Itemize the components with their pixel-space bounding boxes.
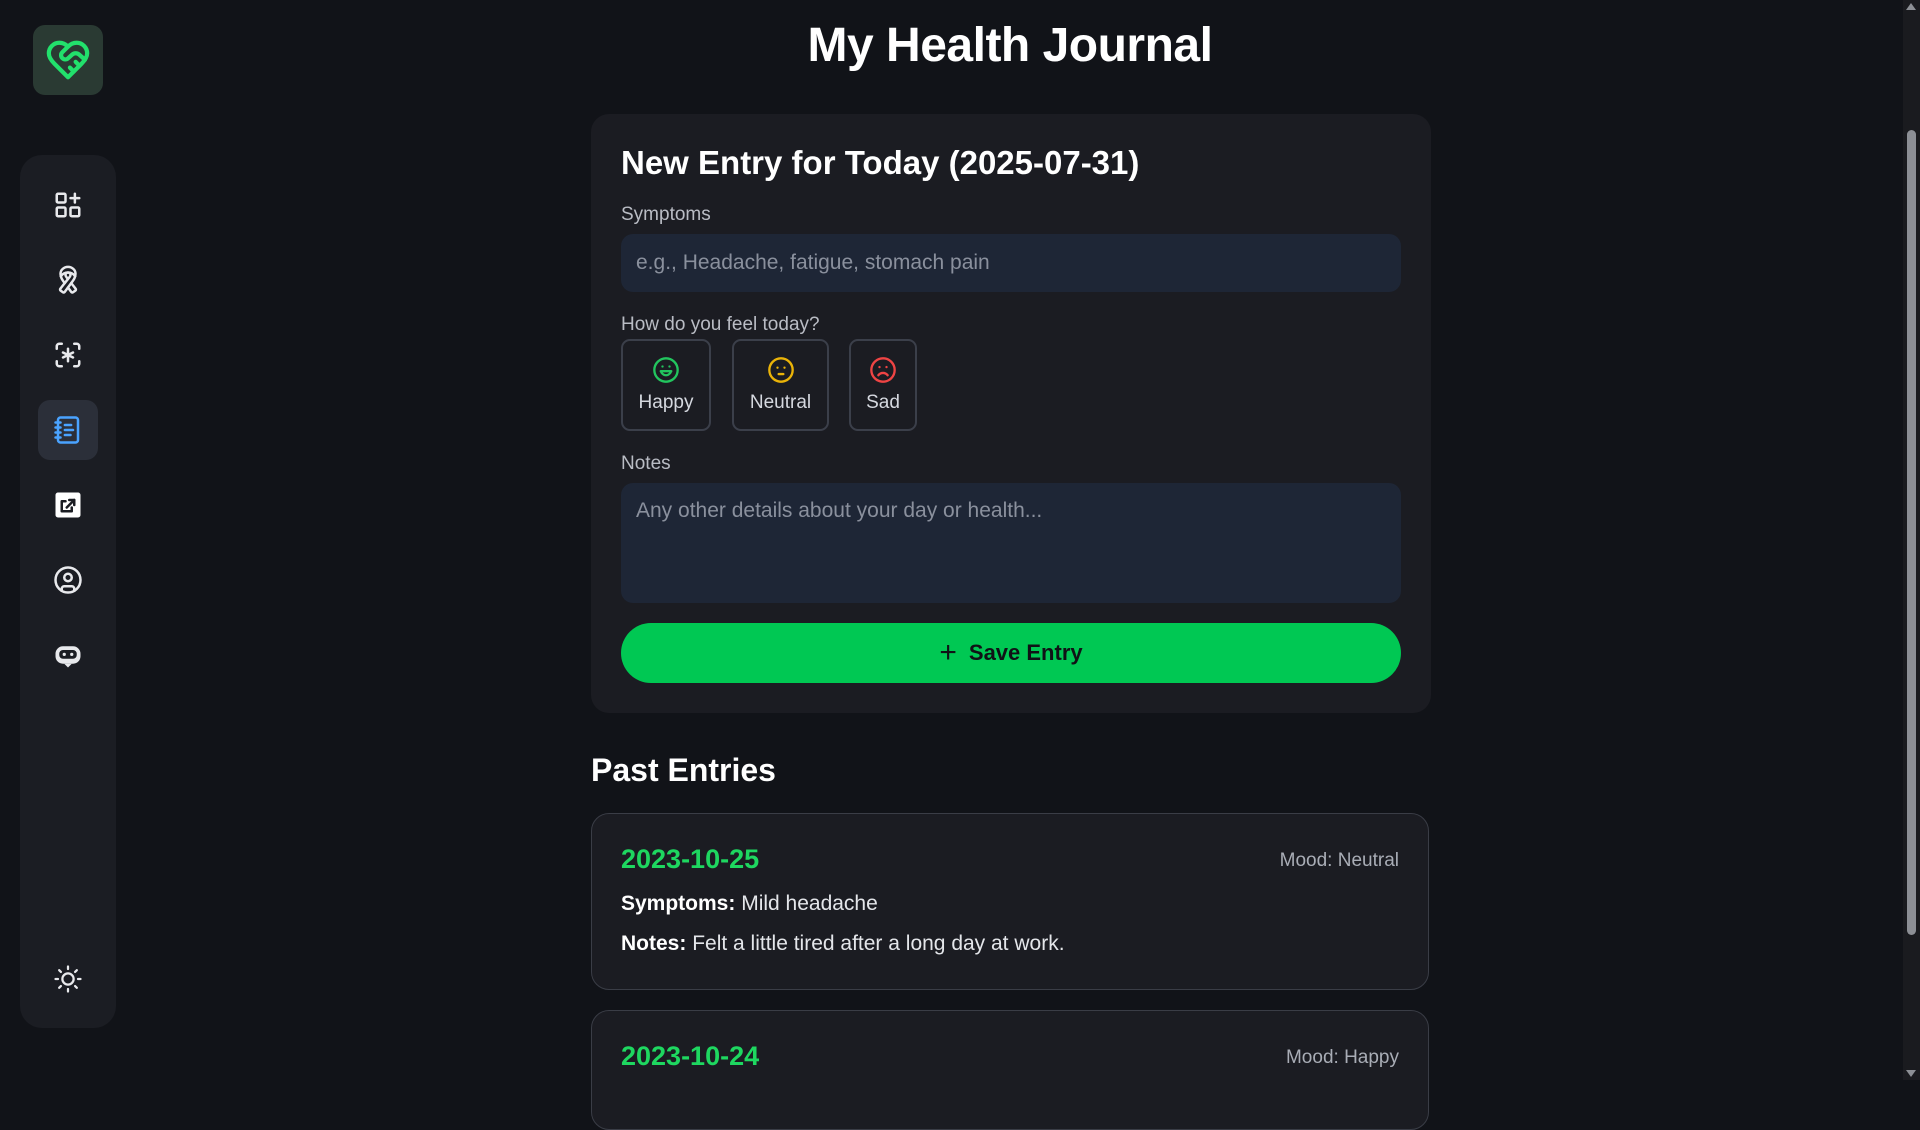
scroll-down-arrow[interactable] (1906, 1070, 1916, 1077)
scroll-thumb[interactable] (1907, 130, 1916, 935)
frown-icon (870, 357, 896, 383)
save-entry-label: Save Entry (968, 640, 1083, 665)
bot-icon (55, 646, 81, 668)
save-entry-button[interactable]: + Save Entry (621, 623, 1401, 683)
meh-icon (767, 357, 794, 383)
mood-neutral-label: Neutral (749, 392, 812, 413)
mood-neutral-button[interactable]: Neutral (732, 339, 829, 431)
entry-notes-value: Felt a little tired after a long day at … (692, 932, 1065, 955)
mood-happy-label: Happy (638, 392, 694, 413)
user-circle-icon (54, 566, 82, 594)
past-entries-title: Past Entries (591, 752, 776, 788)
new-entry-card: New Entry for Today (2025-07-31) Symptom… (591, 114, 1431, 713)
mood-sad-label: Sad (866, 392, 900, 413)
sidebar-item-journal[interactable] (38, 400, 98, 460)
notes-label: Notes (621, 453, 671, 474)
entry-mood: Mood: Neutral (1279, 850, 1399, 871)
entry-mood: Mood: Happy (1285, 1047, 1399, 1068)
sidebar-item-chatbot[interactable] (38, 625, 98, 685)
mood-label: How do you feel today? (621, 314, 820, 335)
sidebar-item-share[interactable] (38, 475, 98, 535)
dashboard-grid-icon (55, 192, 81, 218)
theme-toggle[interactable] (38, 949, 98, 1009)
symptoms-input[interactable] (621, 234, 1401, 292)
past-entry-card[interactable]: 2023-10-25 Mood: Neutral Symptoms: Mild … (591, 813, 1429, 990)
mood-happy-button[interactable]: Happy (621, 339, 711, 431)
ribbon-icon (58, 265, 78, 294)
sidebar-item-profile[interactable] (38, 550, 98, 610)
page-title: My Health Journal (807, 19, 1213, 72)
sidebar (20, 155, 116, 1028)
scan-icon (55, 342, 81, 368)
sun-icon (54, 965, 82, 993)
entry-symptoms: Symptoms: Mild headache (621, 892, 878, 916)
sidebar-item-awareness[interactable] (38, 250, 98, 310)
scroll-up-arrow[interactable] (1906, 3, 1916, 10)
sidebar-item-scan[interactable] (38, 325, 98, 385)
entry-date: 2023-10-24 (621, 1041, 760, 1071)
share-icon (55, 492, 81, 518)
sidebar-item-dashboard[interactable] (38, 175, 98, 235)
notes-textarea[interactable] (621, 483, 1401, 603)
entry-notes-label: Notes: (621, 932, 687, 955)
entry-date: 2023-10-25 (621, 844, 760, 874)
notebook-icon (54, 416, 80, 444)
entry-symptoms-value: Mild headache (741, 892, 878, 915)
entry-symptoms-label: Symptoms: (621, 892, 736, 915)
smile-icon (653, 357, 679, 383)
page-scrollbar[interactable] (1903, 0, 1920, 1080)
entry-notes: Notes: Felt a little tired after a long … (621, 932, 1065, 956)
symptoms-label: Symptoms (621, 204, 711, 225)
mood-sad-button[interactable]: Sad (849, 339, 917, 431)
new-entry-heading: New Entry for Today (2025-07-31) (621, 144, 1140, 181)
plus-icon: + (939, 636, 957, 669)
past-entry-card[interactable]: 2023-10-24 Mood: Happy (591, 1010, 1429, 1130)
